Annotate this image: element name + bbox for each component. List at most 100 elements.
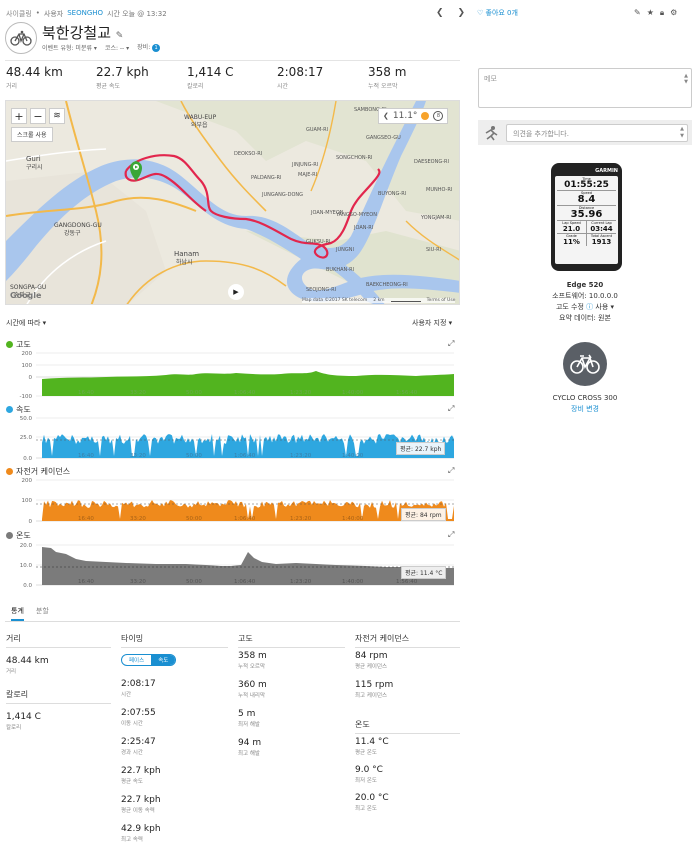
- stat-ascent: 358 m 누적 오르막: [368, 65, 406, 90]
- x-tick: 1:06:40: [234, 390, 256, 396]
- y-tick: 100: [22, 498, 33, 504]
- memo-textarea[interactable]: 메모 ▲ ▼: [478, 68, 692, 108]
- weather-widget[interactable]: ❮ 11.1° 8: [378, 108, 449, 124]
- y-tick: 0: [29, 375, 33, 381]
- elev-correction-dropdown[interactable]: 사용 ▾: [595, 303, 614, 311]
- equipment-field[interactable]: 장비: 1: [137, 42, 161, 52]
- summary-value: 22.7 kph: [121, 766, 161, 776]
- route-map[interactable]: Guri 구리시 WABU-EUP 와부읍 GANGDONG-GU 강동구 Ha…: [5, 100, 460, 305]
- speed-avg-label: 평균: 22.7 kph: [396, 442, 446, 455]
- activity-type-link[interactable]: 사이클링: [6, 9, 32, 19]
- event-type-dropdown[interactable]: 이벤트 유형: 미분류 ▾: [42, 43, 97, 52]
- scroll-enable-button[interactable]: 스크롤 사용: [11, 127, 53, 142]
- tab-splits[interactable]: 분할: [36, 604, 49, 621]
- user-setting-dropdown[interactable]: 사용자 지정 ▾: [412, 318, 452, 328]
- stat-label: 칼로리: [187, 83, 204, 90]
- summary-value: 22.7 kph: [121, 795, 161, 805]
- map-attribution: Map data ©2017 SK telecom 2 km Terms of …: [302, 298, 456, 303]
- firmware-version: 소프트웨어: 10.0.0.0: [552, 292, 618, 300]
- x-tick: 1:06:40: [234, 516, 256, 522]
- y-tick: 100: [22, 363, 33, 369]
- toggle-pace[interactable]: 페이스: [122, 655, 151, 665]
- y-tick: 25.0: [20, 435, 33, 441]
- stat-distance: 48.44 km 거리: [6, 65, 63, 90]
- next-activity-icon[interactable]: ❯: [458, 8, 466, 18]
- gear-icon[interactable]: ⚙: [670, 8, 677, 18]
- bike-name: CYCLO CROSS 300: [552, 394, 618, 402]
- summary-item: 2:08:17 시간: [121, 679, 156, 698]
- equipment-label: 장비:: [137, 44, 151, 51]
- map-label: GUAM-RI: [306, 127, 328, 133]
- summary-data-source: 요약 데이터: 원본: [559, 314, 611, 322]
- map-label: MAJE-RI: [298, 172, 317, 178]
- edit-icon[interactable]: ✎: [634, 8, 641, 18]
- spinner-arrows-icon[interactable]: ▲ ▼: [684, 73, 688, 85]
- temp-dot: [6, 532, 13, 539]
- x-tick: 33:20: [130, 516, 146, 522]
- summary-label: 거리: [6, 669, 17, 675]
- gear-info: CYCLO CROSS 300 장비 변경: [478, 393, 692, 415]
- temp-avg-label: 평균: 11.4 °C: [401, 566, 447, 579]
- elevation-dot: [6, 341, 13, 348]
- toggle-speed[interactable]: 속도: [151, 655, 176, 665]
- summary-value: 9.0 °C: [355, 765, 383, 775]
- x-tick: 16:40: [78, 453, 94, 459]
- chevron-left-icon[interactable]: ❮: [383, 112, 389, 120]
- star-icon[interactable]: ★: [647, 8, 654, 18]
- summary-label: 경과 시간: [121, 750, 143, 756]
- attribution-text: Map data ©2017 SK telecom: [302, 298, 368, 303]
- summary-label: 누적 내리막: [238, 693, 266, 699]
- user-name-link[interactable]: SEONGHO: [67, 9, 103, 19]
- sun-icon: [421, 112, 430, 120]
- expand-icon[interactable]: ⤢: [448, 530, 454, 540]
- spinner-arrows-icon[interactable]: ▲ ▼: [680, 126, 684, 140]
- summary-distance: 거리 48.44 km 거리: [6, 633, 111, 675]
- map-label: YONGJAM-RI: [420, 215, 451, 221]
- x-tick: 50:00: [186, 579, 202, 585]
- x-tick: 1:40:00: [342, 453, 364, 459]
- course-dropdown[interactable]: 코스: -- ▾: [105, 43, 129, 52]
- lock-icon[interactable]: 🔒︎: [660, 8, 664, 18]
- pencil-icon[interactable]: ✎: [116, 31, 124, 41]
- like-button[interactable]: ♡ 좋아요 0개: [477, 8, 518, 18]
- help-icon[interactable]: ⓘ: [586, 303, 593, 311]
- expand-icon[interactable]: ⤢: [448, 466, 454, 476]
- comment-input[interactable]: 의견을 추가합니다. ▲ ▼: [506, 123, 688, 142]
- stat-value: 1,414 C: [187, 65, 234, 79]
- layers-icon[interactable]: ≋: [49, 108, 65, 124]
- expand-icon[interactable]: ⤢: [448, 339, 454, 349]
- temperature-chart: 20.0 10.0 0.0 16:40 33:20 50:00 1:06:40 …: [20, 543, 454, 589]
- device-field-value: 35.96: [570, 209, 603, 220]
- summary-value: 84 rpm: [355, 651, 388, 661]
- x-tick: 16:40: [78, 390, 94, 396]
- terms-link[interactable]: Terms of Use: [427, 298, 456, 303]
- device-field-value: 03:44: [590, 225, 613, 233]
- speed-chart: 50.0 25.0 0.0 16:40 33:20 50:00 1:06:40 …: [20, 416, 454, 462]
- activity-title[interactable]: 북한강철교: [42, 24, 111, 42]
- equipment-count-badge: 1: [152, 44, 161, 52]
- y-tick: 200: [22, 351, 33, 357]
- summary-item: 5 m 최저 해발: [238, 709, 260, 728]
- chart-sort-dropdown[interactable]: 시간에 따라 ▾: [6, 318, 46, 328]
- change-gear-link[interactable]: 장비 변경: [478, 404, 692, 415]
- device-field-value: 01:55:25: [564, 180, 609, 190]
- expand-icon[interactable]: ⤢: [448, 404, 454, 414]
- map-label: JOAN-MYEON: [310, 210, 344, 216]
- zoom-out-button[interactable]: −: [30, 108, 46, 124]
- map-label: JUNGNI: [335, 247, 354, 253]
- pager: ❮ ❯: [436, 8, 465, 18]
- prev-activity-icon[interactable]: ❮: [436, 8, 444, 18]
- summary-elevation: 고도: [238, 633, 345, 648]
- play-icon[interactable]: ▶: [228, 284, 244, 300]
- device-field-value: 21.0: [562, 225, 581, 233]
- action-icons: ✎ ★ 🔒︎ ⚙: [634, 8, 677, 18]
- zoom-in-button[interactable]: +: [11, 108, 27, 124]
- runner-avatar-icon: [485, 125, 498, 140]
- map-label: 강동구: [64, 229, 81, 237]
- tab-stats[interactable]: 통계: [11, 604, 24, 621]
- x-tick: 1:56:40: [396, 579, 418, 585]
- map-label: MUNHO-RI: [426, 187, 452, 193]
- summary-label: 최저 해발: [238, 722, 260, 728]
- cadence-dot: [6, 468, 13, 475]
- elev-correction-label: 고도 수정: [555, 303, 584, 311]
